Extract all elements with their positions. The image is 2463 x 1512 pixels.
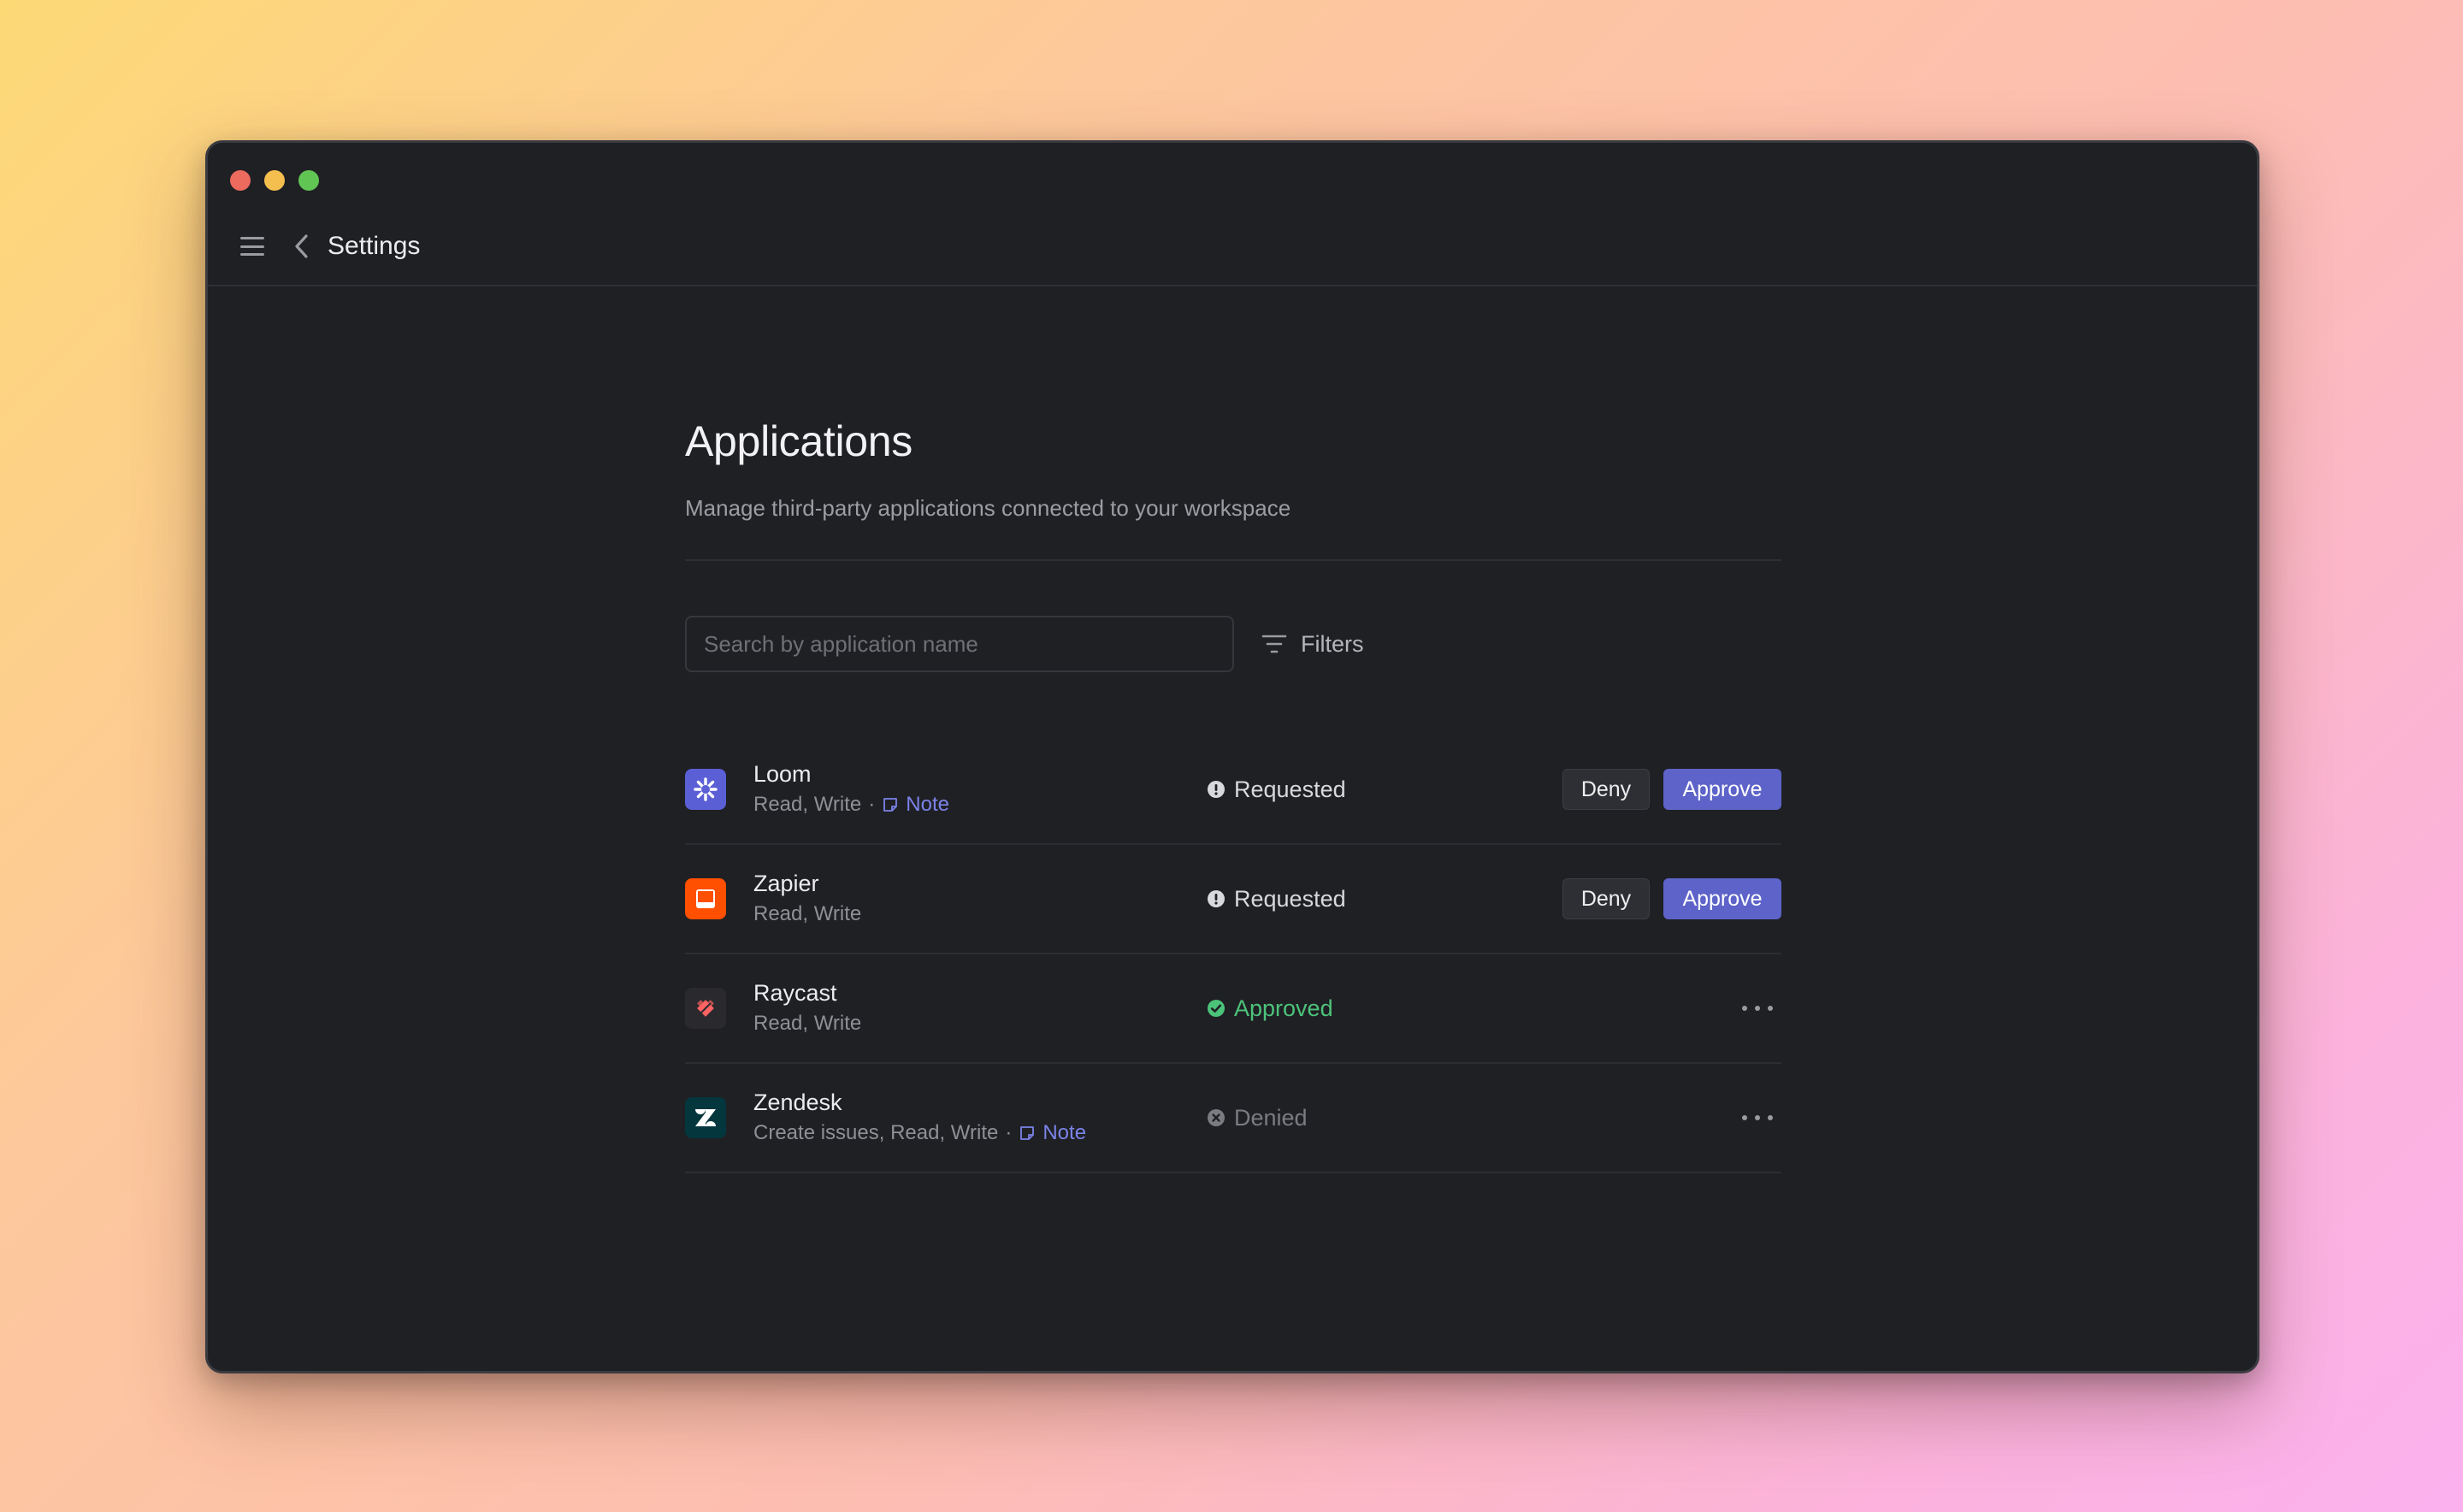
app-permissions: Read, Write xyxy=(753,793,862,816)
exclamation-circle-icon xyxy=(1208,781,1225,798)
window-controls xyxy=(230,170,319,191)
status-badge: Approved xyxy=(1207,995,1333,1022)
note-link[interactable]: Note xyxy=(882,790,949,819)
top-bar: Settings xyxy=(208,208,2257,286)
chevron-left-icon[interactable] xyxy=(293,232,314,261)
application-row-zendesk: Zendesk Create issues, Read, Write · Not… xyxy=(685,1064,1781,1173)
status-badge: Denied xyxy=(1207,1105,1308,1131)
toolbar: Filters xyxy=(685,616,1781,672)
app-permissions: Create issues, Read, Write xyxy=(753,1121,999,1144)
note-link[interactable]: Note xyxy=(1019,1119,1086,1148)
application-row-zapier: Zapier Read, Write Requested Deny Approv… xyxy=(685,845,1781,954)
app-name: Loom xyxy=(753,761,812,787)
deny-button[interactable]: Deny xyxy=(1562,769,1650,810)
app-name: Zapier xyxy=(753,871,819,896)
close-window-button[interactable] xyxy=(230,170,251,191)
approve-button[interactable]: Approve xyxy=(1663,878,1781,919)
app-permissions: Read, Write xyxy=(753,902,862,925)
loom-icon xyxy=(685,769,726,810)
applications-panel: Applications Manage third-party applicat… xyxy=(685,416,1781,1173)
deny-button[interactable]: Deny xyxy=(1562,878,1650,919)
zendesk-icon xyxy=(685,1097,726,1138)
separator-dot: · xyxy=(868,793,876,816)
check-circle-icon xyxy=(1208,1000,1225,1017)
more-options-icon[interactable] xyxy=(1742,995,1773,1021)
raycast-icon xyxy=(685,988,726,1029)
status-badge: Requested xyxy=(1207,886,1346,913)
exclamation-circle-icon xyxy=(1208,890,1225,907)
maximize-window-button[interactable] xyxy=(298,170,319,191)
page-subtitle: Manage third-party applications connecte… xyxy=(685,495,1291,521)
approve-button[interactable]: Approve xyxy=(1663,769,1781,810)
header-divider xyxy=(685,559,1781,561)
filters-button[interactable]: Filters xyxy=(1261,631,1364,658)
separator-dot: · xyxy=(1005,1121,1013,1144)
row-actions: Deny Approve xyxy=(1562,878,1781,919)
app-name: Zendesk xyxy=(753,1090,842,1115)
settings-title: Settings xyxy=(328,232,421,260)
page-title: Applications xyxy=(685,417,913,465)
application-row-raycast: Raycast Read, Write Approved xyxy=(685,954,1781,1064)
filter-icon xyxy=(1261,635,1287,653)
status-badge: Requested xyxy=(1207,777,1346,803)
note-icon xyxy=(1020,1126,1035,1140)
note-icon xyxy=(883,798,898,812)
more-options-icon[interactable] xyxy=(1742,1105,1773,1131)
filters-label: Filters xyxy=(1301,630,1364,657)
minimize-window-button[interactable] xyxy=(264,170,285,191)
search-input[interactable] xyxy=(685,616,1234,672)
app-window: Settings Applications Manage third-party… xyxy=(205,140,2259,1373)
hamburger-menu-icon[interactable] xyxy=(240,237,264,256)
applications-list: Loom Read, Write · Note Requested Deny A… xyxy=(685,735,1781,1173)
x-circle-icon xyxy=(1208,1109,1225,1126)
row-actions: Deny Approve xyxy=(1562,769,1781,810)
zapier-icon xyxy=(685,878,726,919)
app-permissions: Read, Write xyxy=(753,1012,862,1035)
application-row-loom: Loom Read, Write · Note Requested Deny A… xyxy=(685,735,1781,845)
app-name: Raycast xyxy=(753,980,837,1006)
